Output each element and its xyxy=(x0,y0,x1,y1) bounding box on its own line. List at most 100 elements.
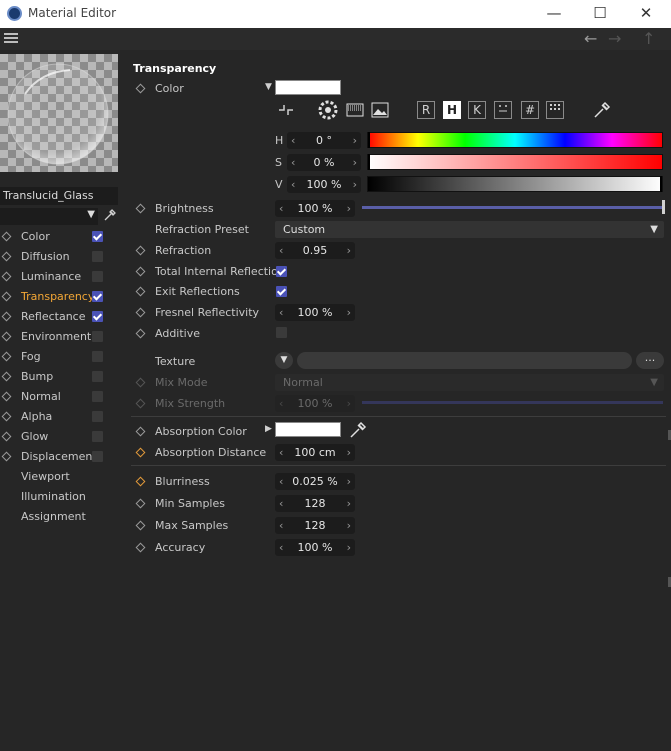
keyframe-diamond-icon[interactable] xyxy=(135,498,146,509)
keyframe-diamond-icon[interactable] xyxy=(1,311,12,322)
keyframe-diamond-icon[interactable] xyxy=(135,83,146,94)
keyframe-diamond-icon[interactable] xyxy=(1,271,12,282)
rgb-mode-button[interactable]: R xyxy=(417,101,435,119)
chevron-down-icon[interactable]: ▼ xyxy=(265,82,272,92)
maximize-button[interactable]: ☐ xyxy=(577,0,623,28)
back-arrow-icon[interactable]: ← xyxy=(584,29,597,48)
channel-item-diffusion[interactable]: Diffusion xyxy=(0,247,118,267)
material-preview[interactable] xyxy=(0,54,118,172)
keyframe-diamond-icon[interactable] xyxy=(135,476,146,487)
channel-checkbox[interactable] xyxy=(92,451,103,462)
color-wheel-icon[interactable] xyxy=(318,100,338,120)
channel-item-illumination[interactable]: Illumination xyxy=(0,487,118,507)
mixer-mode-icon[interactable] xyxy=(494,101,512,119)
value-field[interactable]: ‹ 100 % › xyxy=(287,176,361,193)
keyframe-diamond-icon[interactable] xyxy=(1,291,12,302)
spectrum-icon[interactable] xyxy=(345,100,365,120)
saturation-slider[interactable] xyxy=(367,154,663,170)
channel-checkbox[interactable] xyxy=(92,431,103,442)
max-samples-field[interactable]: ‹ 128 › xyxy=(275,517,355,534)
min-samples-field[interactable]: ‹ 128 › xyxy=(275,495,355,512)
channel-checkbox[interactable] xyxy=(92,351,103,362)
saturation-field[interactable]: ‹ 0 % › xyxy=(287,154,361,171)
hsv-mode-button[interactable]: H xyxy=(443,101,461,119)
keyframe-diamond-icon[interactable] xyxy=(135,286,146,297)
channel-checkbox[interactable] xyxy=(92,271,103,282)
refraction-field[interactable]: ‹ 0.95 › xyxy=(275,242,355,259)
menu-icon[interactable] xyxy=(4,33,18,44)
texture-menu-button[interactable]: ▼ xyxy=(275,352,293,369)
minimize-button[interactable]: — xyxy=(531,0,577,28)
texture-browse-button[interactable]: ... xyxy=(636,352,664,369)
keyframe-diamond-icon[interactable] xyxy=(1,231,12,242)
channel-checkbox[interactable] xyxy=(92,311,103,322)
channel-item-color[interactable]: Color xyxy=(0,227,118,247)
keyframe-diamond-icon[interactable] xyxy=(135,203,146,214)
channel-item-viewport[interactable]: Viewport xyxy=(0,467,118,487)
channel-item-environment[interactable]: Environment xyxy=(0,327,118,347)
channel-checkbox[interactable] xyxy=(92,331,103,342)
channel-checkbox[interactable] xyxy=(92,391,103,402)
keyframe-diamond-icon[interactable] xyxy=(135,447,146,458)
keyframe-diamond-icon[interactable] xyxy=(135,542,146,553)
fresnel-field[interactable]: ‹ 100 % › xyxy=(275,304,355,321)
channel-item-normal[interactable]: Normal xyxy=(0,387,118,407)
accuracy-field[interactable]: ‹ 100 % › xyxy=(275,539,355,556)
keyframe-diamond-icon[interactable] xyxy=(135,426,146,437)
value-slider[interactable] xyxy=(367,176,663,192)
keyframe-diamond-icon[interactable] xyxy=(135,520,146,531)
chevron-right-icon[interactable]: ▶ xyxy=(265,424,272,434)
swatches-icon[interactable] xyxy=(546,101,564,119)
keyframe-diamond-icon[interactable] xyxy=(1,431,12,442)
keyframe-diamond-icon[interactable] xyxy=(135,328,146,339)
keyframe-diamond-icon[interactable] xyxy=(1,391,12,402)
absorption-color-swatch[interactable] xyxy=(275,422,341,437)
channel-checkbox[interactable] xyxy=(92,371,103,382)
forward-arrow-icon[interactable]: → xyxy=(608,29,621,48)
channel-item-displacement[interactable]: Displacement xyxy=(0,447,118,467)
material-name-field[interactable]: Translucid_Glass xyxy=(0,187,118,205)
channel-item-luminance[interactable]: Luminance xyxy=(0,267,118,287)
brightness-slider[interactable] xyxy=(362,206,663,209)
hex-mode-icon[interactable]: # xyxy=(521,101,539,119)
additive-checkbox[interactable] xyxy=(276,327,287,338)
channel-item-transparency[interactable]: Transparency xyxy=(0,287,118,307)
eyedropper-icon[interactable] xyxy=(348,420,368,440)
hue-slider[interactable] xyxy=(367,132,663,148)
keyframe-diamond-icon[interactable] xyxy=(1,351,12,362)
channel-item-reflectance[interactable]: Reflectance xyxy=(0,307,118,327)
keyframe-diamond-icon[interactable] xyxy=(135,245,146,256)
channel-item-glow[interactable]: Glow xyxy=(0,427,118,447)
kelvin-mode-button[interactable]: K xyxy=(468,101,486,119)
exit-reflections-checkbox[interactable] xyxy=(276,286,287,297)
channel-checkbox[interactable] xyxy=(92,291,103,302)
keyframe-diamond-icon[interactable] xyxy=(135,266,146,277)
channel-checkbox[interactable] xyxy=(92,251,103,262)
absorption-distance-field[interactable]: ‹ 100 cm › xyxy=(275,444,355,461)
channel-item-assignment[interactable]: Assignment xyxy=(0,507,118,527)
close-button[interactable]: ✕ xyxy=(623,0,669,28)
blurriness-field[interactable]: ‹ 0.025 % › xyxy=(275,473,355,490)
keyframe-diamond-icon[interactable] xyxy=(1,411,12,422)
layer-dropdown[interactable]: ▼ xyxy=(0,208,98,225)
keyframe-diamond-icon[interactable] xyxy=(1,451,12,462)
tir-checkbox[interactable] xyxy=(276,266,287,277)
refraction-preset-dropdown[interactable]: Custom ▼ xyxy=(275,221,664,238)
channel-item-alpha[interactable]: Alpha xyxy=(0,407,118,427)
collapse-icon[interactable] xyxy=(276,100,296,120)
hue-field[interactable]: ‹ 0 ° › xyxy=(287,132,361,149)
channel-item-fog[interactable]: Fog xyxy=(0,347,118,367)
eyedropper-icon[interactable] xyxy=(103,208,117,225)
eyedropper-icon[interactable] xyxy=(592,100,612,120)
channel-checkbox[interactable] xyxy=(92,231,103,242)
color-swatch[interactable] xyxy=(275,80,341,95)
up-arrow-icon[interactable]: ↑ xyxy=(642,29,655,48)
brightness-field[interactable]: ‹ 100 % › xyxy=(275,200,355,217)
keyframe-diamond-icon[interactable] xyxy=(1,331,12,342)
channel-item-bump[interactable]: Bump xyxy=(0,367,118,387)
keyframe-diamond-icon[interactable] xyxy=(1,251,12,262)
keyframe-diamond-icon[interactable] xyxy=(1,371,12,382)
channel-checkbox[interactable] xyxy=(92,411,103,422)
texture-field[interactable] xyxy=(297,352,632,369)
brightness-slider-knob[interactable] xyxy=(662,200,665,214)
